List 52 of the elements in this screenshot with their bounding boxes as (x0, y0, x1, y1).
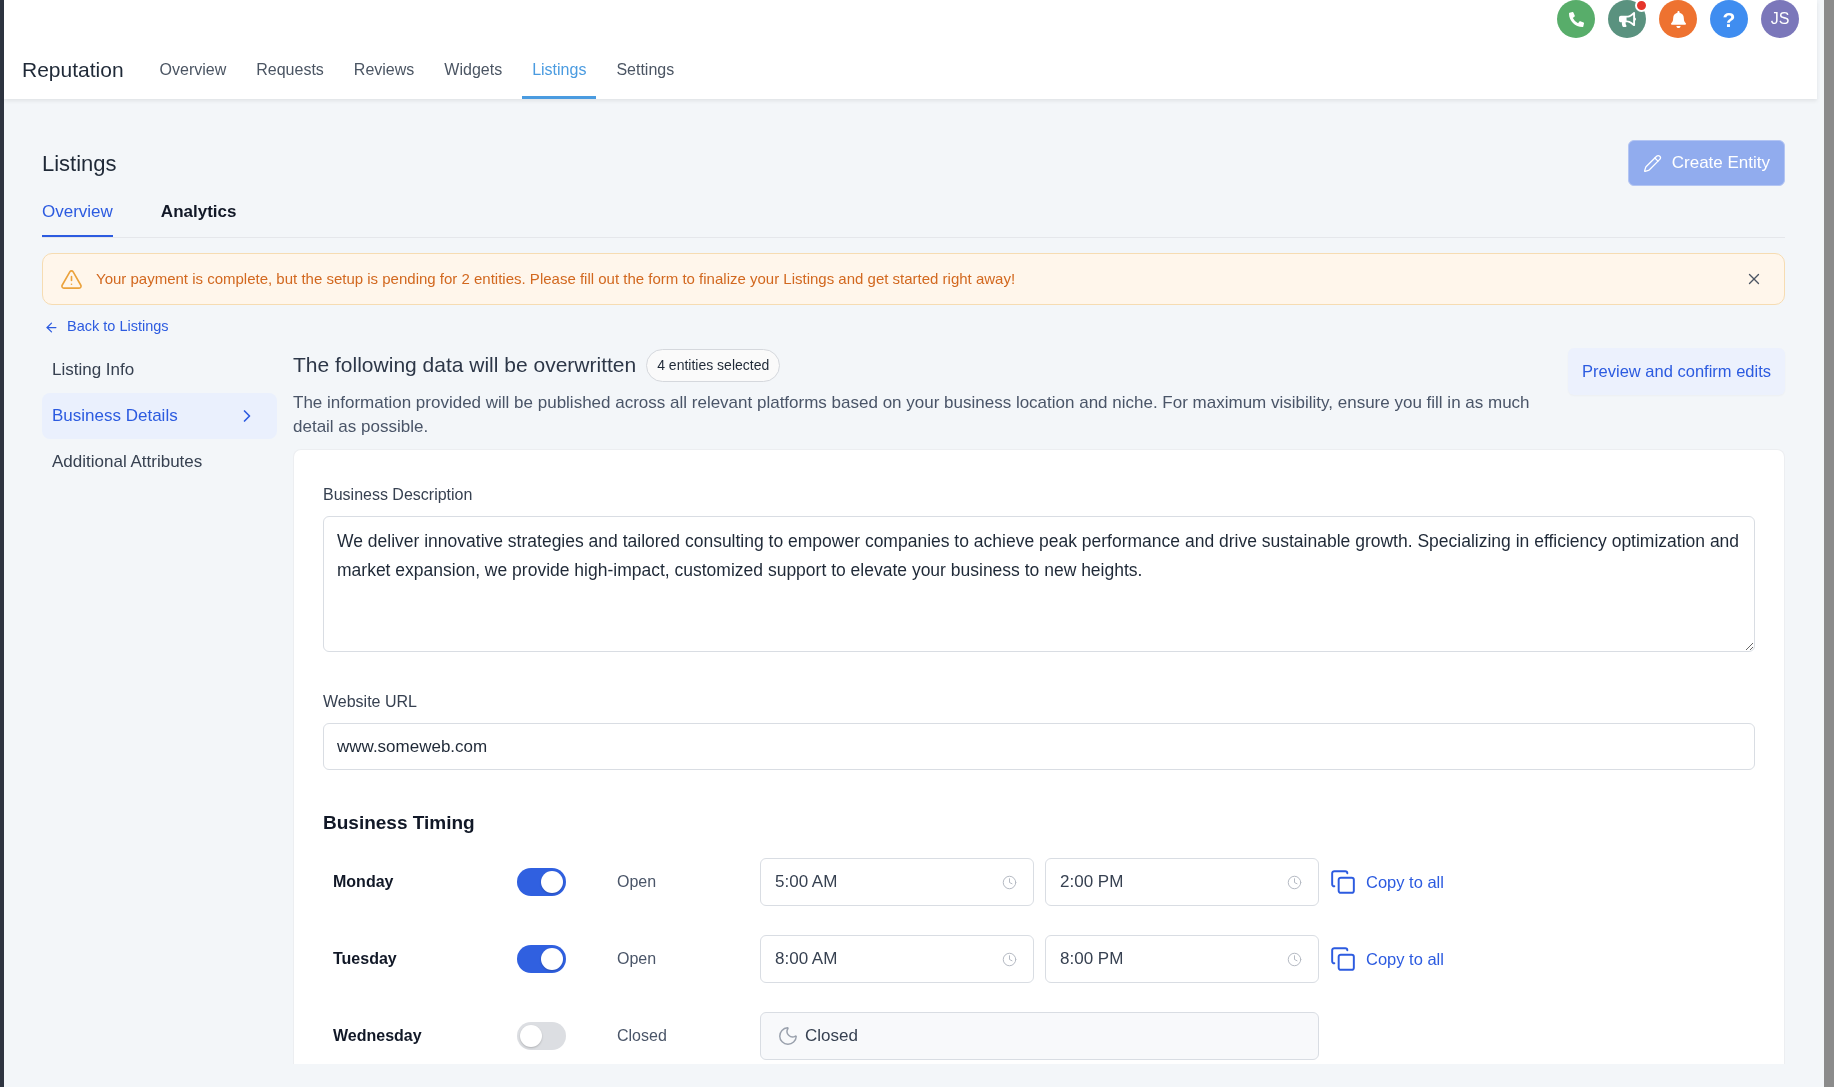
section-description: The information provided will be published across all relevant platforms based on your business location and niche. For maximum visibility, ensure you fill in as much detail as possible. (293, 392, 1531, 438)
nav-tab[interactable]: Widgets (434, 38, 513, 99)
copy-to-all-button[interactable]: Copy to all (1330, 946, 1444, 972)
page-title: Listings (42, 149, 117, 178)
status-label: Open (617, 872, 658, 892)
nav-tab[interactable]: Overview (149, 38, 237, 99)
status-label: Open (617, 949, 658, 969)
closed-field: Closed (760, 1012, 1319, 1060)
back-link[interactable]: Back to Listings (42, 317, 169, 337)
nav-tab[interactable]: Settings (606, 38, 685, 99)
clock-icon (1287, 951, 1302, 967)
sidebar-item[interactable]: Listing Info (42, 347, 277, 393)
phone-icon[interactable] (1557, 0, 1595, 38)
toggle-switch[interactable] (517, 1022, 566, 1050)
status-label: Closed (617, 1026, 668, 1046)
website-url-field[interactable]: www.someweb.com (323, 723, 1755, 770)
clock-icon (1002, 951, 1017, 967)
timing-heading: Business Timing (323, 811, 476, 835)
clock-icon (1002, 874, 1017, 890)
megaphone-icon[interactable] (1608, 0, 1646, 38)
warning-icon (60, 267, 83, 291)
app-title: Reputation (22, 56, 124, 83)
sidebar-item[interactable]: Additional Attributes (42, 439, 277, 485)
copy-icon (1330, 946, 1356, 972)
time-field[interactable]: 5:00 AM (760, 858, 1034, 906)
time-field[interactable]: 8:00 PM (1045, 935, 1319, 983)
copy-icon (1330, 869, 1356, 895)
bell-icon[interactable] (1659, 0, 1697, 38)
day-label: Wednesday (333, 1026, 423, 1046)
selection-badge: 4 entities selected (646, 348, 781, 382)
description-field[interactable]: We deliver innovative strategies and tailored consulting to empower companies to achieve peak performance and drive sustainable growth. Specializing in efficiency optimization and market expansion, we provide high-impact, customized support to elevate your business to new heights. (323, 516, 1755, 652)
copy-to-all-button[interactable]: Copy to all (1330, 869, 1444, 895)
user-avatar[interactable]: JS (1761, 0, 1799, 38)
toggle-switch[interactable] (517, 945, 566, 973)
toggle-switch[interactable] (517, 868, 566, 896)
nav-tab[interactable]: Reviews (343, 38, 425, 99)
nav-tab[interactable]: Requests (246, 38, 334, 99)
alert-message: Your payment is complete, but the setup is pending for 2 entities. Please fill out the form to finalize your Listings and get started right away! (96, 268, 1017, 289)
clock-icon (1287, 874, 1302, 890)
section-heading: The following data will be overwritten (293, 352, 637, 379)
pencil-icon (1642, 153, 1662, 173)
day-label: Tuesday (333, 949, 398, 969)
moon-icon (777, 1025, 799, 1047)
time-field[interactable]: 8:00 AM (760, 935, 1034, 983)
field-label: Business Description (323, 485, 474, 505)
sidebar-item[interactable]: Business Details (42, 393, 277, 439)
field-label: Website URL (323, 692, 418, 712)
time-field[interactable]: 2:00 PM (1045, 858, 1319, 906)
page-tab[interactable]: Analytics (160, 200, 237, 237)
page-tab[interactable]: Overview (42, 200, 113, 237)
preview-confirm-button[interactable]: Preview and confirm edits (1568, 348, 1785, 395)
day-label: Monday (333, 872, 395, 892)
